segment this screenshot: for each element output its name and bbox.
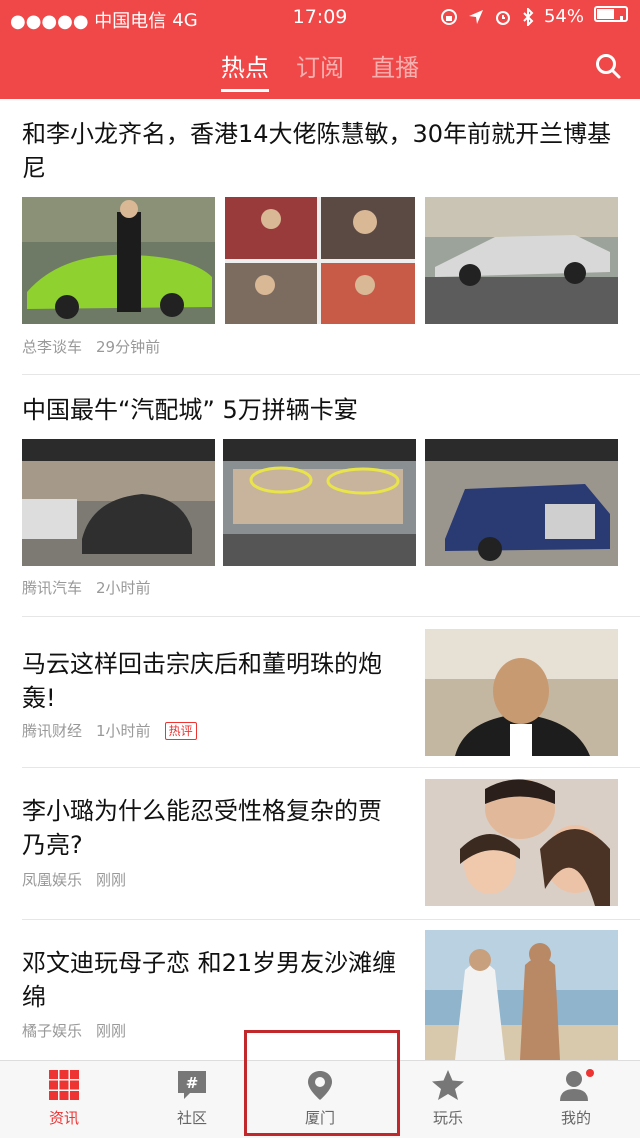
status-bar: ●●●●● 中国电信 4G 17:09 54% [0,0,640,36]
tabbar-label: 社区 [176,1109,207,1127]
article-title: 马云这样回击宗庆后和董明珠的炮轰! [22,650,382,712]
tabbar-item-community[interactable]: # 社区 [142,1069,242,1128]
article-thumbnail [425,779,618,906]
article-source: 腾讯财经 [22,722,83,740]
tabbar-item-me[interactable]: 我的 [526,1069,626,1128]
tabbar-item-fun[interactable]: 玩乐 [398,1069,498,1128]
article-time: 刚刚 [96,1022,127,1040]
article-card[interactable]: 中国最牛“汽配城” 5万拼辆卡宴 腾讯汽车 2小时前 [0,375,640,616]
article-time: 刚刚 [96,871,127,889]
article-title: 李小璐为什么能忍受性格复杂的贾乃亮? [22,797,382,859]
tab-hot[interactable]: 热点 [220,48,269,92]
tab-subscribe[interactable]: 订阅 [296,48,344,89]
article-time: 29分钟前 [96,338,161,356]
article-thumbnail [223,439,416,566]
article-source: 总李谈车 [22,338,83,356]
article-time: 2小时前 [96,579,151,597]
location-arrow-icon [468,9,483,24]
grid-icon [49,1070,79,1100]
hash-bubble-icon: # [178,1071,206,1099]
article-thumbnail [22,439,215,566]
orientation-lock-icon [440,8,457,25]
article-title: 中国最牛“汽配城” 5万拼辆卡宴 [22,396,358,424]
battery-percent: 54% [543,6,584,27]
article-card[interactable]: 马云这样回击宗庆后和董明珠的炮轰! 腾讯财经 1小时前 热评 [0,617,640,767]
article-title: 邓文迪玩母子恋 和21岁男友沙滩缠绵 [22,949,397,1011]
article-source: 凤凰娱乐 [22,871,83,889]
app-header: ●●●●● 中国电信 4G 17:09 54% 热点 订阅 直播 [0,0,640,99]
star-icon [432,1070,464,1100]
article-thumbnail [425,439,618,566]
tabbar-label: 资讯 [48,1109,79,1127]
article-title: 和李小龙齐名，香港14大佬陈慧敏，30年前就开兰博基尼 [22,120,612,182]
alarm-icon [495,10,510,25]
notification-dot [586,1069,594,1077]
article-time: 1小时前 [96,722,151,740]
tabbar-label: 我的 [560,1109,591,1127]
article-card[interactable]: 和李小龙齐名，香港14大佬陈慧敏，30年前就开兰博基尼 总李谈车 29分钟前 [0,99,640,374]
article-thumbnail [425,629,618,756]
tabbar-label: 玩乐 [432,1109,463,1127]
person-icon [560,1069,594,1101]
search-icon[interactable] [594,52,622,80]
article-thumbnail [22,197,215,324]
tab-live[interactable]: 直播 [371,48,419,89]
hot-badge: 热评 [164,721,197,740]
article-thumbnail [425,930,618,1060]
bluetooth-icon [523,7,534,26]
tabbar-item-news[interactable]: 资讯 [14,1069,114,1128]
battery-icon [594,6,628,27]
highlight-annotation-box [244,1030,400,1136]
article-card[interactable]: 李小璐为什么能忍受性格复杂的贾乃亮? 凤凰娱乐 刚刚 [0,768,640,919]
article-source: 腾讯汽车 [22,579,83,597]
top-tabs: 热点 订阅 直播 [0,48,640,92]
article-thumbnail [425,197,618,324]
article-source: 橘子娱乐 [22,1022,83,1040]
article-thumbnail [225,197,415,324]
svg-text:#: # [186,1074,199,1092]
